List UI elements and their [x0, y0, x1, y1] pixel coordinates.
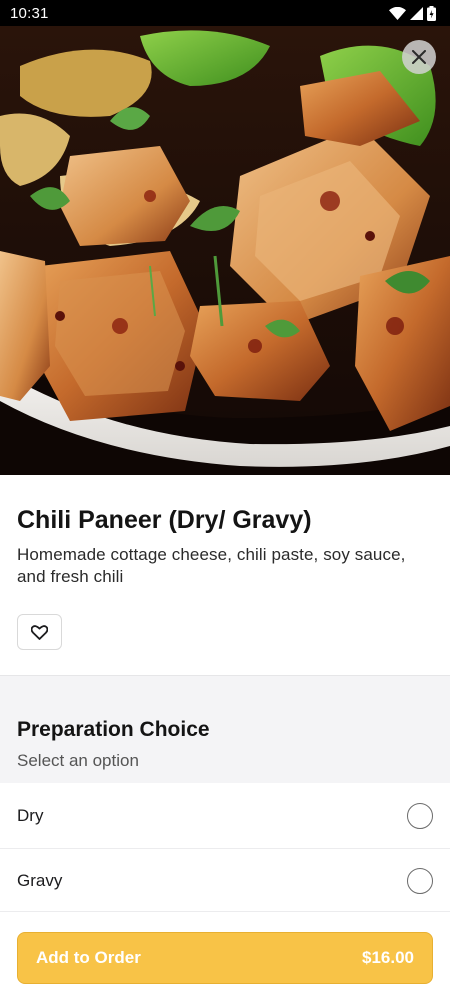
close-icon — [412, 50, 426, 64]
signal-icon — [410, 6, 423, 20]
option-gravy[interactable]: Gravy — [0, 848, 450, 913]
heart-icon — [31, 624, 48, 640]
option-label: Gravy — [17, 871, 63, 890]
add-to-order-button[interactable]: Add to Order $16.00 — [17, 932, 433, 984]
order-price: $16.00 — [362, 948, 414, 967]
footer: Add to Order $16.00 — [0, 911, 450, 1000]
radio-button[interactable] — [407, 868, 433, 894]
add-to-order-label: Add to Order — [36, 948, 141, 967]
radio-button[interactable] — [407, 802, 433, 829]
preparation-choice-title: Preparation Choice — [17, 718, 210, 741]
status-icons — [389, 5, 436, 21]
item-description: Homemade cottage cheese, chili paste, so… — [17, 545, 406, 586]
battery-icon — [427, 5, 436, 21]
item-info: Chili Paneer (Dry/ Gravy) Homemade cotta… — [0, 475, 450, 650]
status-time: 10:31 — [10, 4, 49, 22]
preparation-choice-subtitle: Select an option — [17, 751, 139, 770]
close-button[interactable] — [402, 40, 436, 74]
preparation-options: Dry Gravy — [0, 783, 450, 913]
hero-image — [0, 26, 450, 475]
favorite-button[interactable] — [17, 614, 62, 650]
item-title: Chili Paneer (Dry/ Gravy) — [17, 506, 312, 534]
preparation-choice-header: Preparation Choice Select an option — [0, 675, 450, 783]
option-dry[interactable]: Dry — [0, 783, 450, 848]
option-label: Dry — [17, 805, 44, 825]
food-photo — [0, 26, 450, 475]
wifi-icon — [389, 6, 406, 20]
status-bar: 10:31 — [0, 0, 450, 26]
